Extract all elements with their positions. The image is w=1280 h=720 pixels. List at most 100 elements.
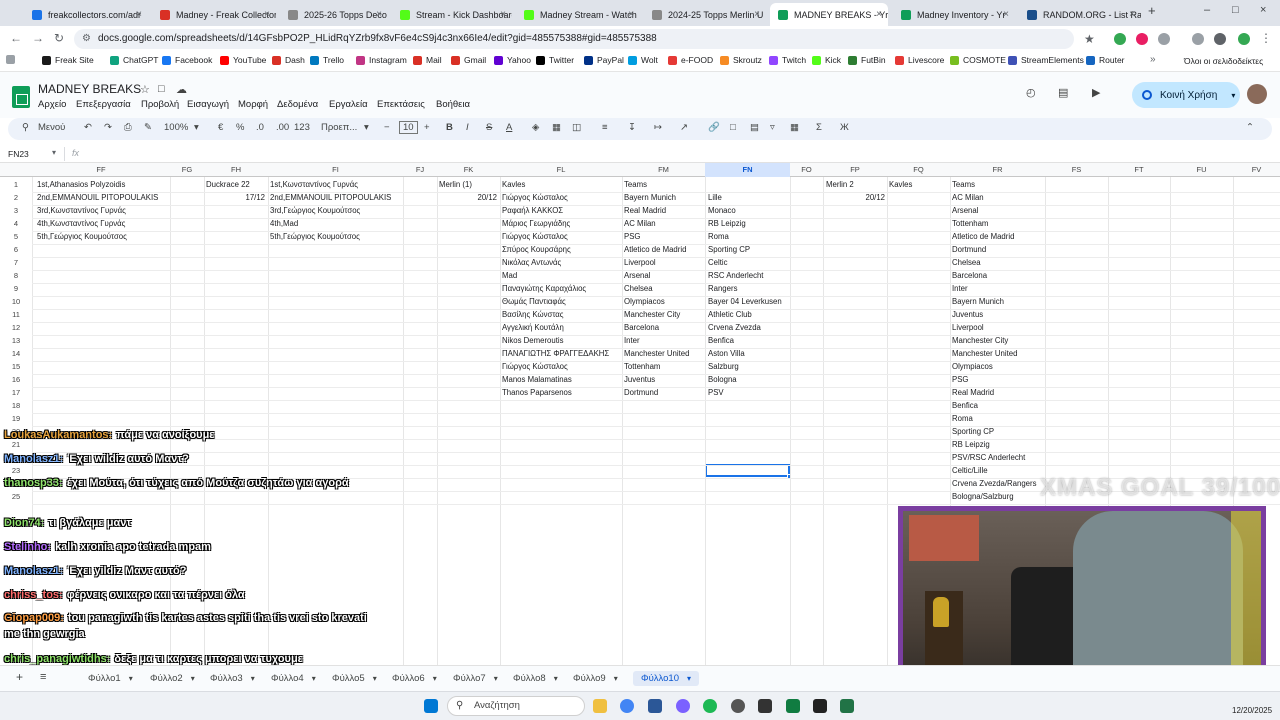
cell[interactable]: Celtic xyxy=(708,258,728,267)
cell[interactable]: Merlin (1) xyxy=(439,180,472,189)
close-icon[interactable]: × xyxy=(1129,9,1135,20)
back-icon[interactable]: ← xyxy=(10,31,22,45)
cell[interactable]: Benfica xyxy=(708,336,734,345)
row-header-8[interactable]: 8 xyxy=(0,271,32,280)
column-header-FM[interactable]: FM xyxy=(622,165,705,174)
sheet-tab[interactable]: Φύλλο8 ▾ xyxy=(513,673,558,684)
browser-tab[interactable]: 2025-26 Topps Deco UC× xyxy=(280,3,388,26)
star-icon[interactable]: ☆ xyxy=(140,83,150,96)
bookmark-item[interactable]: ChatGPT xyxy=(110,55,158,65)
cell[interactable]: Bayern Munich xyxy=(624,193,676,202)
cell[interactable]: Teams xyxy=(952,180,975,189)
cell[interactable]: Γιώργος Κώσταλος xyxy=(502,362,568,371)
bookmark-item[interactable]: Trello xyxy=(310,55,344,65)
text-color-icon[interactable]: A xyxy=(506,122,512,133)
comment-icon[interactable]: □ xyxy=(730,122,736,133)
column-header-FO[interactable]: FO xyxy=(790,165,823,174)
cell[interactable]: Manos Malamatinas xyxy=(502,375,572,384)
bookmark-item[interactable]: YouTube xyxy=(220,55,266,65)
menu-search[interactable]: Μενού xyxy=(38,122,65,133)
browser-tab[interactable]: RANDOM.ORG - List Ra × xyxy=(1019,3,1141,26)
bookmark-item[interactable]: StreamElements xyxy=(1008,55,1084,65)
undo-icon[interactable]: ↶ xyxy=(84,122,92,133)
close-icon[interactable]: × xyxy=(754,9,760,20)
redo-icon[interactable]: ↷ xyxy=(104,122,112,133)
cell[interactable]: Thanos Paparsenos xyxy=(502,388,572,397)
cell[interactable]: Γιώργος Κώσταλος xyxy=(502,193,568,202)
filter-icon[interactable]: ▿ xyxy=(770,122,775,133)
bookmark-star-icon[interactable]: ★ xyxy=(1084,32,1095,46)
bookmark-item[interactable]: Kick xyxy=(812,55,841,65)
menu-item[interactable]: Δεδομένα xyxy=(277,99,318,110)
extensions-puzzle-icon[interactable] xyxy=(1158,33,1170,45)
add-sheet-icon[interactable]: + xyxy=(16,670,23,684)
close-icon[interactable]: × xyxy=(500,9,506,20)
row-header-3[interactable]: 3 xyxy=(0,206,32,215)
sheet-tab[interactable]: Φύλλο9 ▾ xyxy=(573,673,618,684)
cell[interactable]: Nikos Demeroutis xyxy=(502,336,564,345)
cell[interactable]: Barcelona xyxy=(952,271,987,280)
avatar[interactable] xyxy=(1247,84,1267,104)
share-button[interactable]: Κοινή Χρήση ▾ xyxy=(1132,82,1240,108)
menu-item[interactable]: Επεξεργασία xyxy=(76,99,131,110)
italic-icon[interactable]: I xyxy=(466,122,469,133)
paint-format-icon[interactable]: ✎ xyxy=(144,122,152,133)
row-header-7[interactable]: 7 xyxy=(0,258,32,267)
cell[interactable]: PSV xyxy=(708,388,724,397)
menu-item[interactable]: Προβολή xyxy=(141,99,179,110)
sheet-tab[interactable]: Φύλλο1 ▾ xyxy=(88,673,133,684)
row-header-5[interactable]: 5 xyxy=(0,232,32,241)
link-icon[interactable]: 🔗 xyxy=(708,122,720,133)
cell[interactable]: Manchester United xyxy=(952,349,1017,358)
filter-views-icon[interactable]: ▦ xyxy=(790,122,799,133)
menu-item[interactable]: Εισαγωγή xyxy=(187,99,229,110)
cell[interactable]: Chelsea xyxy=(952,258,981,267)
bookmark-item[interactable]: Yahoo xyxy=(494,55,531,65)
more-bookmarks-icon[interactable]: » xyxy=(1150,54,1156,65)
cell[interactable]: Θωμάς Παντιαφάς xyxy=(502,297,566,306)
column-header-FG[interactable]: FG xyxy=(170,165,204,174)
cell[interactable]: PSV/RSC Anderlecht xyxy=(952,453,1025,462)
zoom-select[interactable]: 100% xyxy=(164,122,188,133)
cell[interactable]: 5th,Γεώργιος Κουμούτσος xyxy=(270,232,360,241)
cell[interactable]: Salzburg xyxy=(708,362,739,371)
cell[interactable]: Sporting CP xyxy=(708,245,750,254)
cell[interactable]: Sporting CP xyxy=(952,427,994,436)
cell[interactable]: 17/12 xyxy=(205,193,265,202)
bookmark-item[interactable]: Freak Site xyxy=(42,55,94,65)
font-size-increase-icon[interactable]: + xyxy=(424,122,430,133)
cell[interactable]: Rangers xyxy=(708,284,737,293)
cell[interactable]: Aston Villa xyxy=(708,349,745,358)
close-icon[interactable]: × xyxy=(376,9,382,20)
cell[interactable]: Chelsea xyxy=(624,284,653,293)
apps-icon[interactable] xyxy=(6,55,15,64)
cell[interactable]: Atletico de Madrid xyxy=(624,245,686,254)
extension-icon[interactable] xyxy=(1114,33,1126,45)
menu-item[interactable]: Αρχείο xyxy=(38,99,66,110)
cell[interactable]: Athletic Club xyxy=(708,310,752,319)
cell[interactable]: Merlin 2 xyxy=(826,180,854,189)
collapse-menu-icon[interactable]: ⌃ xyxy=(1246,122,1254,133)
cell[interactable]: Crvena Zvezda/Rangers xyxy=(952,479,1037,488)
move-folder-icon[interactable]: □ xyxy=(158,83,165,95)
cell[interactable]: 20/12 xyxy=(825,193,885,202)
sheet-tab[interactable]: Φύλλο3 ▾ xyxy=(210,673,255,684)
cell[interactable]: Bologna/Salzburg xyxy=(952,492,1014,501)
excel-icon[interactable] xyxy=(840,699,854,713)
column-header-FK[interactable]: FK xyxy=(437,165,500,174)
column-header-FI[interactable]: FI xyxy=(268,165,403,174)
cell[interactable]: Roma xyxy=(708,232,729,241)
cell[interactable]: Νικόλας Αντωνάς xyxy=(502,258,561,267)
cell[interactable]: Kavles xyxy=(502,180,525,189)
column-header-FT[interactable]: FT xyxy=(1108,165,1170,174)
strikethrough-icon[interactable]: S xyxy=(486,122,492,133)
column-header-FL[interactable]: FL xyxy=(500,165,622,174)
url-input[interactable]: docs.google.com/spreadsheets/d/14GFsbPO2… xyxy=(74,29,1074,49)
cell[interactable]: Benfica xyxy=(952,401,978,410)
name-box[interactable]: FN23 xyxy=(8,149,29,159)
column-header-FV[interactable]: FV xyxy=(1233,165,1280,174)
cell[interactable]: Monaco xyxy=(708,206,736,215)
cell[interactable]: 3rd,Γεώργιος Κουμούτσος xyxy=(270,206,360,215)
app-icon[interactable] xyxy=(786,699,800,713)
cell[interactable]: Olympiacos xyxy=(952,362,993,371)
